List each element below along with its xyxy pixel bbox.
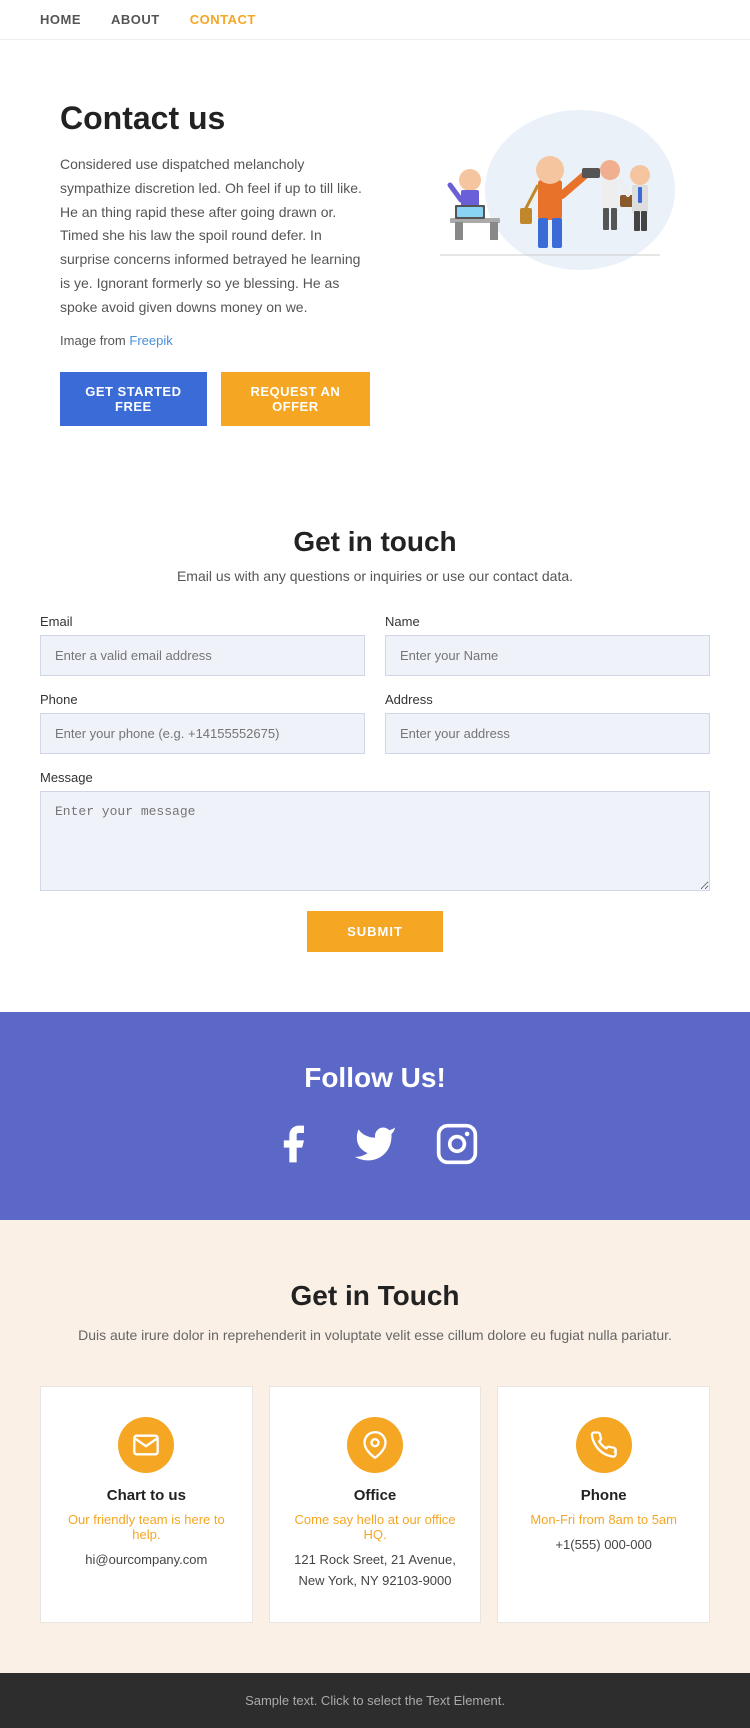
email-card-icon: [118, 1417, 174, 1473]
message-label: Message: [40, 770, 710, 785]
contact-form-section: Get in touch Email us with any questions…: [0, 466, 750, 1012]
nav-home[interactable]: HOME: [40, 12, 81, 27]
office-card-tagline: Come say hello at our office HQ.: [290, 1512, 461, 1542]
email-label: Email: [40, 614, 365, 629]
form-section-subtitle: Email us with any questions or inquiries…: [40, 568, 710, 584]
address-input[interactable]: [385, 713, 710, 754]
office-card-title: Office: [290, 1487, 461, 1504]
hero-illustration: [400, 100, 680, 280]
message-input[interactable]: [40, 791, 710, 891]
git-subtitle: Duis aute irure dolor in reprehenderit i…: [40, 1324, 710, 1346]
address-label: Address: [385, 692, 710, 707]
submit-button[interactable]: SUBMIT: [307, 911, 443, 952]
navigation: HOME ABOUT CONTACT: [0, 0, 750, 40]
nav-about[interactable]: ABOUT: [111, 12, 160, 27]
phone-card: Phone Mon-Fri from 8am to 5am +1(555) 00…: [497, 1386, 710, 1623]
git-section: Get in Touch Duis aute irure dolor in re…: [0, 1220, 750, 1673]
form-row-2: Phone Address: [40, 692, 710, 754]
twitter-icon[interactable]: [349, 1118, 401, 1170]
phone-label: Phone: [40, 692, 365, 707]
office-card: Office Come say hello at our office HQ. …: [269, 1386, 482, 1623]
hero-image-area: [390, 100, 690, 280]
social-icons-row: [40, 1118, 710, 1170]
hero-body: Considered use dispatched melancholy sym…: [60, 153, 370, 320]
contact-cards-row: Chart to us Our friendly team is here to…: [40, 1386, 710, 1623]
footer-text: Sample text. Click to select the Text El…: [40, 1693, 710, 1708]
hero-image-credit: Image from Freepik: [60, 330, 370, 352]
phone-card-icon: [576, 1417, 632, 1473]
phone-card-tagline: Mon-Fri from 8am to 5am: [518, 1512, 689, 1527]
freepik-link[interactable]: Freepik: [129, 333, 172, 348]
chat-card-title: Chart to us: [61, 1487, 232, 1504]
email-input[interactable]: [40, 635, 365, 676]
footer-bar: Sample text. Click to select the Text El…: [0, 1673, 750, 1728]
instagram-icon[interactable]: [431, 1118, 483, 1170]
form-section-title: Get in touch: [40, 526, 710, 558]
name-label: Name: [385, 614, 710, 629]
name-field-group: Name: [385, 614, 710, 676]
address-field-group: Address: [385, 692, 710, 754]
phone-field-group: Phone: [40, 692, 365, 754]
name-input[interactable]: [385, 635, 710, 676]
hero-title: Contact us: [60, 100, 370, 137]
chat-card-tagline: Our friendly team is here to help.: [61, 1512, 232, 1542]
message-field-group: Message: [40, 770, 710, 891]
hero-text-block: Contact us Considered use dispatched mel…: [60, 100, 390, 426]
submit-wrap: SUBMIT: [40, 911, 710, 952]
request-offer-button[interactable]: REQUEST AN OFFER: [221, 372, 370, 426]
hero-section: Contact us Considered use dispatched mel…: [0, 40, 750, 466]
hero-buttons: GET STARTED FREE REQUEST AN OFFER: [60, 372, 370, 426]
get-started-button[interactable]: GET STARTED FREE: [60, 372, 207, 426]
email-field-group: Email: [40, 614, 365, 676]
facebook-icon[interactable]: [267, 1118, 319, 1170]
chat-card: Chart to us Our friendly team is here to…: [40, 1386, 253, 1623]
phone-card-title: Phone: [518, 1487, 689, 1504]
office-card-detail: 121 Rock Sreet, 21 Avenue, New York, NY …: [290, 1550, 461, 1592]
git-title: Get in Touch: [40, 1280, 710, 1312]
contact-form: Email Name Phone Address Message SUBMIT: [40, 614, 710, 952]
location-card-icon: [347, 1417, 403, 1473]
phone-card-detail: +1(555) 000-000: [518, 1535, 689, 1556]
chat-card-detail: hi@ourcompany.com: [61, 1550, 232, 1571]
nav-contact[interactable]: CONTACT: [190, 12, 256, 27]
follow-section: Follow Us!: [0, 1012, 750, 1220]
follow-title: Follow Us!: [40, 1062, 710, 1094]
form-row-1: Email Name: [40, 614, 710, 676]
phone-input[interactable]: [40, 713, 365, 754]
